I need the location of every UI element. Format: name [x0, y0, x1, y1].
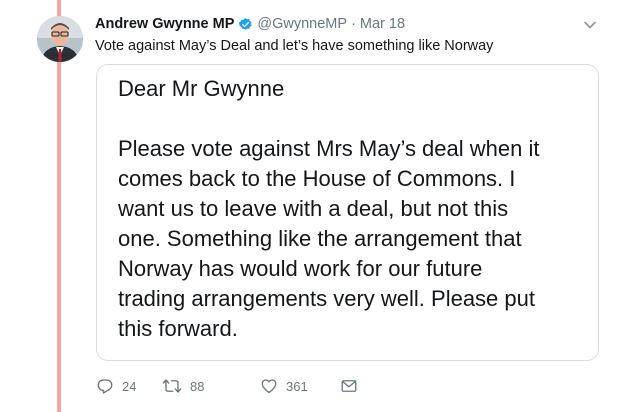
letter-line: Please vote against Mrs May’s deal when …: [118, 136, 540, 161]
direct-message-icon: [340, 377, 358, 395]
author-handle[interactable]: @GwynneMP: [257, 16, 347, 32]
like-icon: [260, 377, 278, 395]
retweet-count: 88: [190, 378, 205, 394]
letter-line: trading arrangements very well. Please p…: [118, 286, 535, 311]
reply-button[interactable]: 24: [96, 375, 136, 397]
like-button[interactable]: 361: [260, 375, 308, 397]
verified-badge-icon: [238, 17, 253, 32]
letter-line: this forward.: [118, 316, 238, 341]
reply-icon: [96, 377, 114, 395]
avatar[interactable]: [37, 16, 83, 62]
letter-body: Please vote against Mrs May’s deal when …: [118, 134, 539, 344]
tweet-date[interactable]: Mar 18: [360, 16, 405, 32]
author-name[interactable]: Andrew Gwynne MP: [95, 16, 234, 32]
letter-line: want us to leave with a deal, but not th…: [118, 196, 509, 221]
direct-message-button[interactable]: [340, 375, 358, 397]
retweet-button[interactable]: 88: [162, 375, 204, 397]
retweet-icon: [162, 377, 182, 395]
chevron-down-icon[interactable]: [583, 18, 597, 32]
letter-greeting: Dear Mr Gwynne: [118, 76, 285, 101]
letter-line: Norway has would work for our future: [118, 256, 483, 281]
separator-dot: ·: [351, 16, 356, 32]
reply-count: 24: [122, 378, 137, 394]
letter-line: one. Something like the arrangement that: [118, 226, 522, 251]
tweet-text: Vote against May’s Deal and let’s have s…: [95, 38, 494, 54]
letter-line: comes back to the House of Commons. I: [118, 166, 516, 191]
letter-image-card[interactable]: Dear Mr Gwynne Please vote against Mrs M…: [96, 64, 599, 361]
like-count: 361: [286, 378, 308, 394]
tweet-header: Andrew Gwynne MP @GwynneMP · Mar 18: [95, 14, 405, 34]
